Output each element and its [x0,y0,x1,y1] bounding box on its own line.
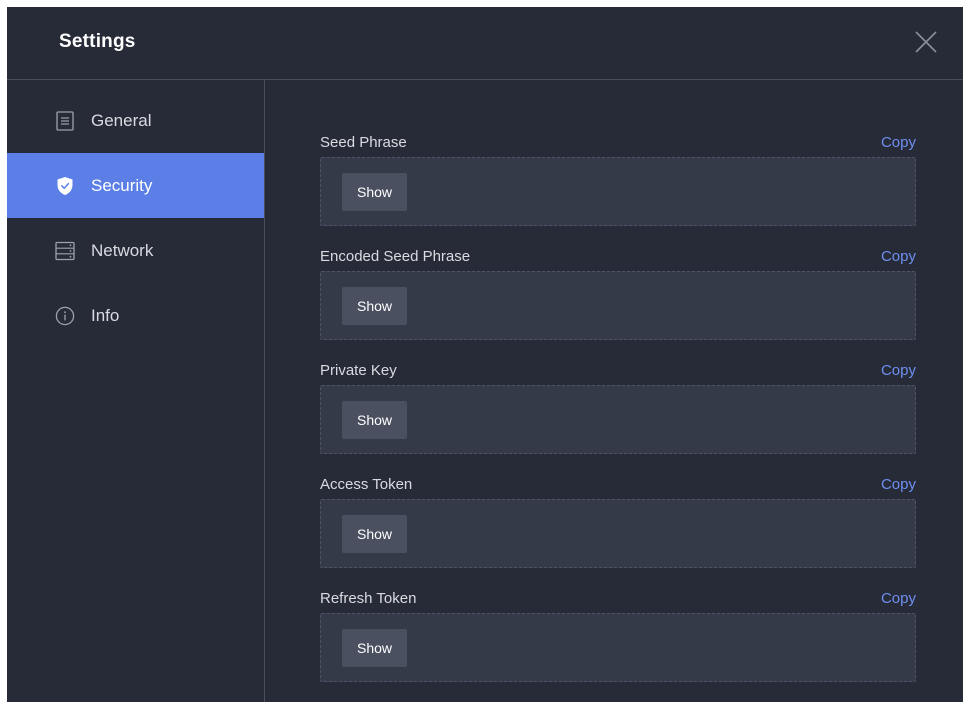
sidebar-item-info[interactable]: Info [7,283,264,348]
sidebar-item-network[interactable]: Network [7,218,264,283]
close-button[interactable] [913,29,939,55]
close-icon [915,31,937,53]
sidebar-item-security[interactable]: Security [7,153,264,218]
copy-access-token-link[interactable]: Copy [881,476,916,493]
field-label-encoded-seed-phrase: Encoded Seed Phrase [320,248,471,265]
field-label-refresh-token: Refresh Token [320,590,417,607]
security-panel: Seed Phrase Copy Show Encoded Seed Phras… [265,80,963,702]
show-private-key-button[interactable]: Show [342,401,407,439]
document-icon [55,110,75,131]
page-title: Settings [59,31,136,52]
sidebar-item-general[interactable]: General [7,88,264,153]
show-seed-phrase-button[interactable]: Show [342,173,407,211]
field-label-seed-phrase: Seed Phrase [320,134,407,151]
field-label-private-key: Private Key [320,362,397,379]
private-key-field: Show [320,385,916,454]
copy-private-key-link[interactable]: Copy [881,362,916,379]
sidebar-item-label: Network [91,240,154,260]
sidebar: General Security Network Info [7,80,265,702]
copy-encoded-seed-phrase-link[interactable]: Copy [881,248,916,265]
header: Settings [7,7,963,80]
encoded-seed-phrase-field: Show [320,271,916,340]
sidebar-item-label: General [91,110,152,130]
settings-window: Settings General Security Network Info S… [7,7,963,702]
copy-refresh-token-link[interactable]: Copy [881,590,916,607]
sidebar-item-label: Security [91,175,153,195]
show-refresh-token-button[interactable]: Show [342,629,407,667]
server-icon [55,241,75,261]
copy-seed-phrase-link[interactable]: Copy [881,134,916,151]
info-icon [55,306,75,326]
sidebar-item-label: Info [91,305,120,325]
seed-phrase-field: Show [320,157,916,226]
access-token-field: Show [320,499,916,568]
show-access-token-button[interactable]: Show [342,515,407,553]
field-label-access-token: Access Token [320,476,413,493]
shield-icon [55,176,75,196]
show-encoded-seed-phrase-button[interactable]: Show [342,287,407,325]
refresh-token-field: Show [320,613,916,682]
